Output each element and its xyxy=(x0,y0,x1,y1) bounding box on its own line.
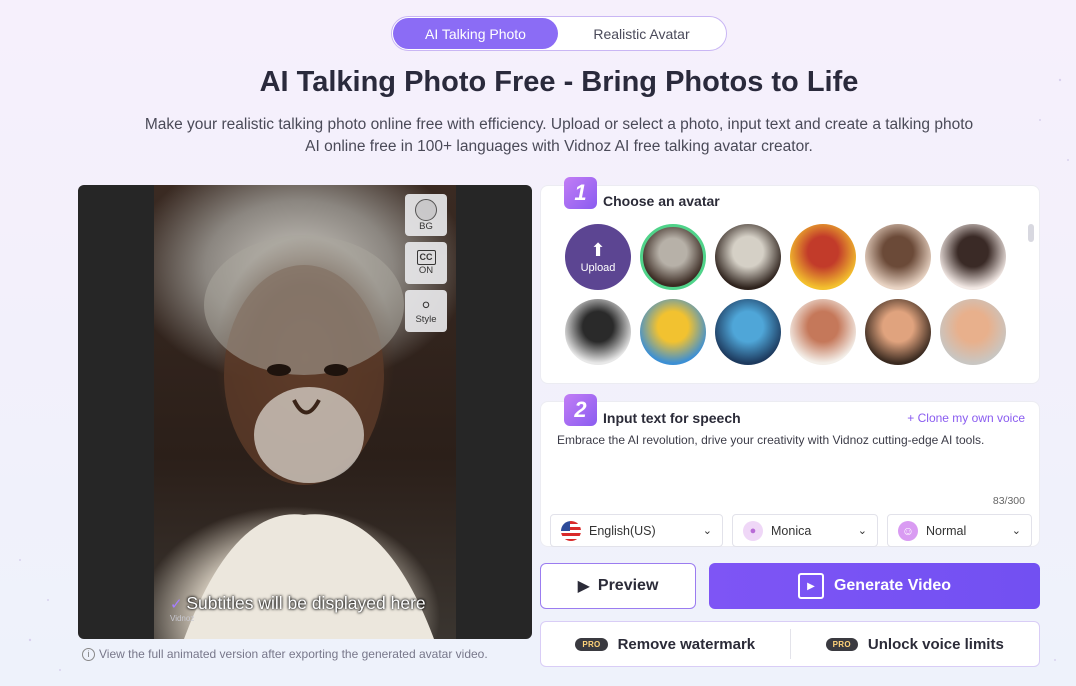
bg-button-label: BG xyxy=(419,220,433,232)
clone-voice-link[interactable]: + Clone my own voice xyxy=(907,411,1025,425)
pro-badge: PRO xyxy=(575,637,608,651)
tab-ai-talking-photo[interactable]: AI Talking Photo xyxy=(393,18,558,49)
watermark-label: Vidnoz xyxy=(170,614,195,623)
character-counter: 83/300 xyxy=(992,495,1025,507)
choose-avatar-title: Choose an avatar xyxy=(603,193,720,209)
page-subtitle-line-1: Make your realistic talking photo online… xyxy=(144,116,974,133)
bg-button[interactable]: BG xyxy=(405,194,447,236)
avatar-cartoon-boy[interactable] xyxy=(790,299,856,365)
page-title: AI Talking Photo Free - Bring Photos to … xyxy=(259,66,859,98)
voice-select[interactable]: ● Monica ⌄ xyxy=(732,514,878,547)
avatar-woman-2[interactable] xyxy=(940,224,1006,290)
remove-watermark-label: Remove watermark xyxy=(617,635,756,653)
mode-tabs: AI Talking Photo Realistic Avatar xyxy=(391,16,727,51)
page-subtitle: Make your realistic talking photo online… xyxy=(100,114,1018,158)
step-2-badge: 2 xyxy=(564,394,597,426)
vidnoz-logo-icon: ✓ xyxy=(170,596,183,613)
pro-features-bar: PRO Remove watermark PRO Unlock voice li… xyxy=(540,621,1040,667)
upload-label: Upload xyxy=(580,261,616,274)
avatar-elder-man[interactable] xyxy=(640,224,706,290)
remove-watermark-button[interactable]: PRO Remove watermark xyxy=(541,636,790,653)
style-button-label: Style xyxy=(415,314,437,325)
speed-value: Normal xyxy=(926,523,967,538)
avatar-cartoon-girl[interactable] xyxy=(865,299,931,365)
speed-select[interactable]: ☺ Normal ⌄ xyxy=(887,514,1032,547)
avatar-elder-man-text[interactable] xyxy=(715,224,781,290)
clone-voice-label: Clone my own voice xyxy=(917,411,1025,425)
avatar-cartoon-girl-2[interactable] xyxy=(940,299,1006,365)
unlock-voice-limits-button[interactable]: PRO Unlock voice limits xyxy=(791,636,1040,653)
style-button[interactable]: ⚪ Style xyxy=(405,290,447,332)
page-subtitle-line-2: AI online free in 100+ languages with Vi… xyxy=(305,138,813,155)
background-icon xyxy=(415,198,437,221)
speech-input-title: Input text for speech xyxy=(603,410,741,426)
language-value: English(US) xyxy=(589,523,656,538)
plus-icon: + xyxy=(907,411,915,425)
avatar-woman-bw[interactable] xyxy=(565,299,631,365)
avatar-woman-1[interactable] xyxy=(865,224,931,290)
avatar-blue-avatar[interactable] xyxy=(715,299,781,365)
person-icon: ● xyxy=(743,520,763,541)
info-icon: i xyxy=(82,647,95,661)
upload-icon: ⬆ xyxy=(590,239,606,260)
voice-value: Monica xyxy=(771,523,812,538)
subtitles-toggle-label: ON xyxy=(418,265,434,276)
subtitles-toggle[interactable]: CC ON xyxy=(405,242,447,284)
language-select[interactable]: English(US) ⌄ xyxy=(550,514,723,547)
closed-caption-icon: CC xyxy=(416,250,436,265)
us-flag-icon xyxy=(561,520,581,541)
smile-icon: ☺ xyxy=(898,520,918,541)
export-note: i View the full animated version after e… xyxy=(82,647,488,661)
person-style-icon: ⚪ xyxy=(420,297,432,313)
avatar-woman-yellow[interactable] xyxy=(640,299,706,365)
tab-realistic-avatar[interactable]: Realistic Avatar xyxy=(558,18,725,49)
play-icon: ▶ xyxy=(577,578,590,595)
avatar-preview: BG CC ON ⚪ Style Subtitles will be displ… xyxy=(78,185,532,639)
chevron-down-icon: ⌄ xyxy=(702,525,712,537)
subtitle-placeholder: Subtitles will be displayed here xyxy=(186,593,426,613)
preview-label: Preview xyxy=(597,577,659,594)
avatar-yellow-cartoon[interactable] xyxy=(790,224,856,290)
video-play-icon: ▶ xyxy=(797,573,824,599)
upload-avatar-button[interactable]: ⬆ Upload xyxy=(565,224,631,290)
export-note-text: View the full animated version after exp… xyxy=(99,647,488,661)
pro-badge: PRO xyxy=(825,637,858,651)
preview-button[interactable]: ▶ Preview xyxy=(540,563,696,609)
speech-text-input[interactable]: Embrace the AI revolution, drive your cr… xyxy=(557,433,984,447)
step-1-badge: 1 xyxy=(564,177,597,209)
chevron-down-icon: ⌄ xyxy=(1011,525,1021,537)
avatar-scrollbar[interactable] xyxy=(1028,224,1034,242)
generate-label: Generate Video xyxy=(833,577,952,594)
chevron-down-icon: ⌄ xyxy=(857,525,867,537)
generate-video-button[interactable]: ▶ Generate Video xyxy=(709,563,1040,609)
unlock-voice-label: Unlock voice limits xyxy=(867,635,1004,653)
